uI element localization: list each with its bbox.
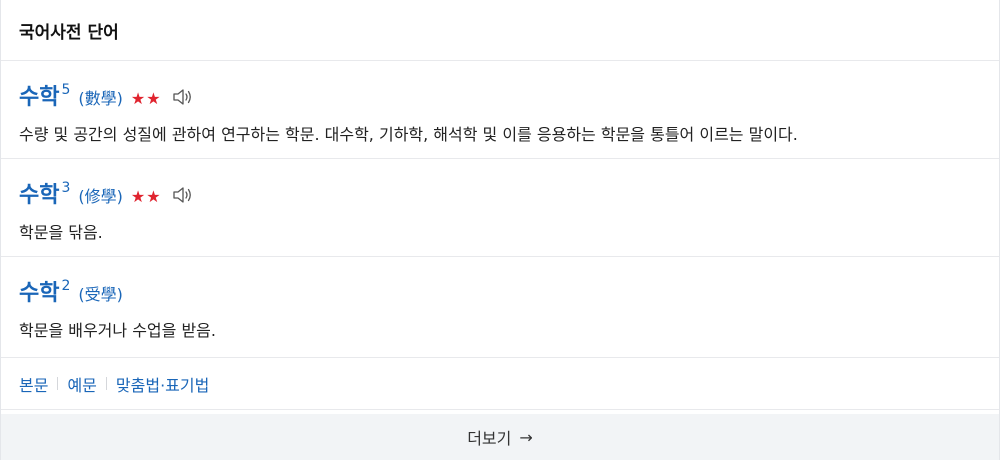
dictionary-card: 국어사전 단어 수학 5 (數學) ★★ 수량 및 공간의 성질에 관하여 연구… (0, 0, 1000, 460)
hanja-origin: (修學) (78, 187, 123, 206)
card-header: 국어사전 단어 (1, 0, 999, 61)
dictionary-entry: 수학 3 (修學) ★★ 학문을 닦음. (1, 159, 999, 257)
arrow-right-icon: → (519, 427, 533, 447)
importance-stars: ★★ (130, 89, 162, 108)
headword-link[interactable]: 수학 (19, 275, 59, 307)
headword-link[interactable]: 수학 (19, 177, 59, 209)
definition-text: 학문을 닦음. (19, 223, 103, 242)
hanja-origin: (受學) (78, 285, 123, 304)
definition-text: 수량 및 공간의 성질에 관하여 연구하는 학문. 대수학, 기하학, 해석학 … (19, 125, 798, 144)
dictionary-entry: 수학 5 (數學) ★★ 수량 및 공간의 성질에 관하여 연구하는 학문. 대… (1, 61, 999, 159)
more-label: 더보기 (467, 429, 512, 448)
homonym-number: 3 (61, 180, 71, 196)
headword-link[interactable]: 수학 (19, 79, 59, 111)
speaker-icon[interactable] (172, 87, 194, 107)
entry-headword: 수학 2 (受學) (19, 275, 123, 307)
divider (105, 377, 107, 390)
divider (57, 377, 59, 390)
dictionary-entry: 수학 2 (受學) 학문을 배우거나 수업을 받음. (1, 257, 999, 358)
definition-text: 학문을 배우거나 수업을 받음. (19, 321, 216, 340)
section-title: 국어사전 단어 (19, 22, 119, 43)
link-spelling[interactable]: 맞춤법·표기법 (116, 372, 209, 396)
entry-headword: 수학 5 (數學) ★★ (19, 79, 194, 111)
importance-stars: ★★ (130, 187, 162, 206)
homonym-number: 2 (61, 278, 71, 294)
more-button[interactable]: 더보기 → (1, 414, 999, 460)
homonym-number: 5 (61, 82, 71, 98)
link-main-text[interactable]: 본문 (19, 372, 48, 396)
hanja-origin: (數學) (78, 89, 123, 108)
related-links: 본문 예문 맞춤법·표기법 (1, 358, 999, 410)
entry-headword: 수학 3 (修學) ★★ (19, 177, 194, 209)
link-examples[interactable]: 예문 (67, 372, 96, 396)
speaker-icon[interactable] (172, 185, 194, 205)
